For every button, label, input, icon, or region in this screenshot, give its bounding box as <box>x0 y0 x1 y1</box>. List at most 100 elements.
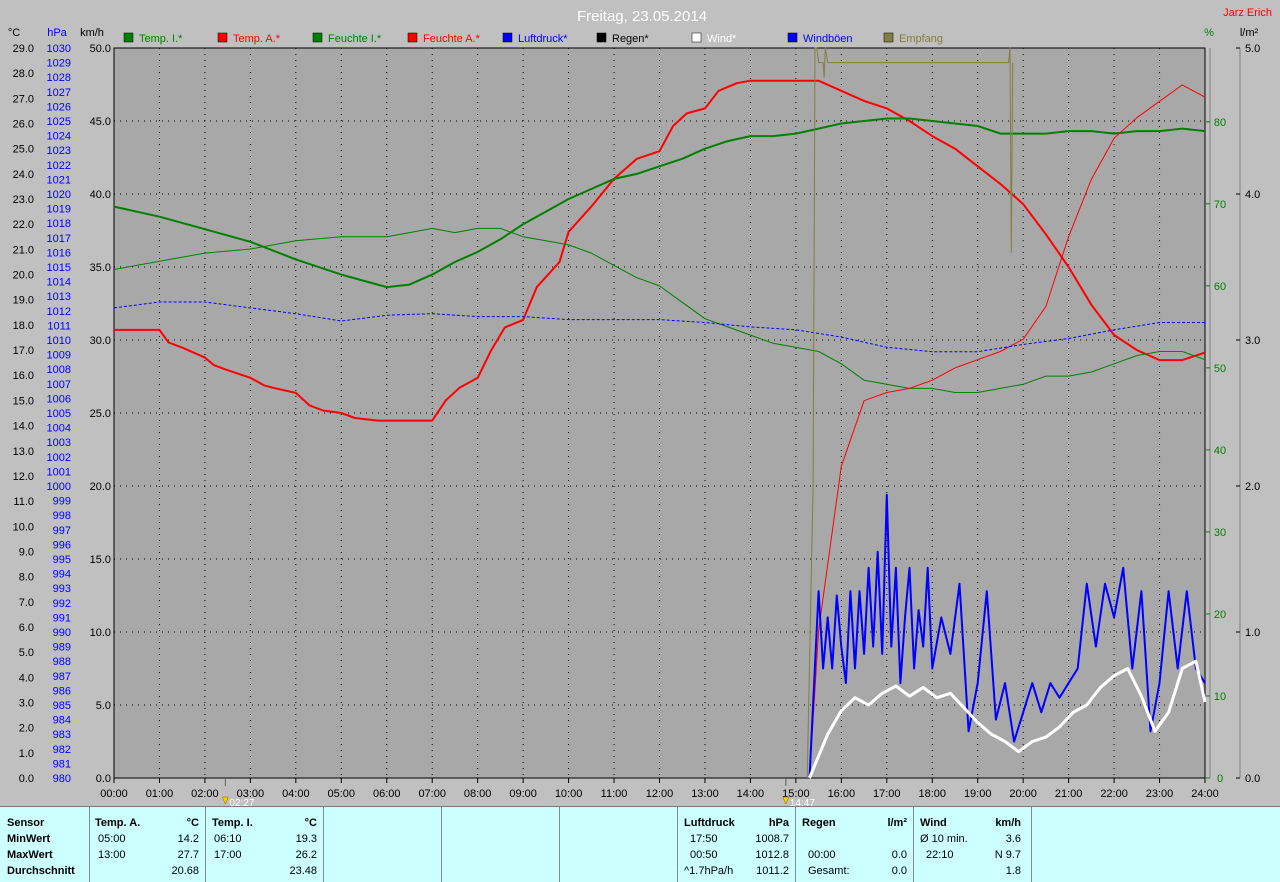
x-tick-label: 05:00 <box>328 788 356 800</box>
legend-label: Wind* <box>707 33 737 45</box>
author-label: Jarz Erich <box>1223 7 1272 19</box>
temp-tick-label: 21.0 <box>13 244 34 256</box>
pressure-tick-label: 998 <box>53 510 71 522</box>
temp-tick-label: 11.0 <box>13 496 34 508</box>
pressure-tick-label: 1007 <box>47 379 71 391</box>
pressure-tick-label: 1028 <box>47 72 71 84</box>
stats-wind-header: Wind <box>920 817 947 829</box>
humidity-axis-unit: % <box>1204 27 1214 39</box>
temp-tick-label: 23.0 <box>13 194 34 206</box>
pressure-tick-label: 1019 <box>47 204 71 216</box>
temp-tick-label: 10.0 <box>13 521 34 533</box>
pressure-tick-label: 1020 <box>47 189 71 201</box>
pressure-tick-label: 1023 <box>47 145 71 157</box>
pressure-tick-label: 1016 <box>47 247 71 259</box>
stats-temp-i-max: 26.2 <box>295 849 317 861</box>
temp-tick-label: 12.0 <box>13 471 34 483</box>
pressure-tick-label: 1002 <box>47 452 71 464</box>
x-tick-label: 01:00 <box>146 788 174 800</box>
pressure-tick-label: 1005 <box>47 408 71 420</box>
humidity-tick-label: 0 <box>1217 773 1223 785</box>
pressure-tick-label: 980 <box>53 773 71 785</box>
temp-axis-unit: °C <box>8 27 20 39</box>
x-tick-label: 23:00 <box>1146 788 1174 800</box>
pressure-tick-label: 1008 <box>47 364 71 376</box>
stats-temp-i-max-time: 17:00 <box>214 849 242 861</box>
stats-empty-column <box>560 807 678 882</box>
stats-temp-a-max-time: 13:00 <box>98 849 126 861</box>
temp-tick-label: 7.0 <box>19 597 34 609</box>
temp-tick-label: 18.0 <box>13 320 34 332</box>
stats-pressure-max: 1012.8 <box>755 849 789 861</box>
stats-sensor-header: Sensor <box>7 817 45 829</box>
pressure-tick-label: 985 <box>53 700 71 712</box>
temp-tick-label: 5.0 <box>19 647 34 659</box>
x-tick-label: 12:00 <box>646 788 674 800</box>
rain-tick-label: 0.0 <box>1245 773 1260 785</box>
x-tick-label: 10:00 <box>555 788 583 800</box>
stats-wind-unit: km/h <box>995 817 1021 829</box>
pressure-tick-label: 993 <box>53 583 71 595</box>
pressure-tick-label: 983 <box>53 729 71 741</box>
temp-tick-label: 4.0 <box>19 672 34 684</box>
pressure-tick-label: 1009 <box>47 350 71 362</box>
legend-swatch <box>691 32 702 43</box>
chart-title: Freitag, 23.05.2014 <box>577 8 707 25</box>
pressure-tick-label: 1004 <box>47 423 71 435</box>
x-tick-label: 14:00 <box>737 788 765 800</box>
temp-tick-label: 13.0 <box>13 446 34 458</box>
stats-empty-column <box>442 807 560 882</box>
pressure-tick-label: 1003 <box>47 437 71 449</box>
pressure-tick-label: 1022 <box>47 160 71 172</box>
legend-label: Luftdruck* <box>518 33 568 45</box>
x-tick-label: 18:00 <box>918 788 946 800</box>
temp-tick-label: 24.0 <box>13 169 34 181</box>
stats-row-label: MaxWert <box>7 849 53 861</box>
stats-wind-max: N 9.7 <box>994 849 1021 861</box>
legend-swatch <box>502 32 513 43</box>
x-tick-label: 00:00 <box>100 788 128 800</box>
stats-temp-a-header: Temp. A. <box>95 817 141 829</box>
pressure-tick-label: 1011 <box>47 320 71 332</box>
stats-rain-max-time: 00:00 <box>808 849 836 861</box>
x-tick-label: 16:00 <box>828 788 856 800</box>
stats-temp-i-avg: 23.48 <box>289 865 317 877</box>
stats-pressure-min-time: 17:50 <box>690 833 718 845</box>
statistics-panel: Sensor MinWert MaxWert Durchschnitt Temp… <box>0 806 1280 882</box>
humidity-tick-label: 70 <box>1214 199 1226 211</box>
pressure-tick-label: 1006 <box>47 393 71 405</box>
legend-swatch <box>407 32 418 43</box>
temp-tick-label: 1.0 <box>19 748 34 760</box>
pressure-tick-label: 984 <box>53 715 71 727</box>
temp-tick-label: 27.0 <box>13 93 34 105</box>
humidity-tick-label: 30 <box>1214 527 1226 539</box>
pressure-tick-label: 990 <box>53 627 71 639</box>
temp-tick-label: 28.0 <box>13 68 34 80</box>
x-tick-label: 21:00 <box>1055 788 1083 800</box>
pressure-tick-label: 1014 <box>47 277 71 289</box>
stats-wind-max-time: 22:10 <box>926 849 954 861</box>
humidity-tick-label: 60 <box>1214 281 1226 293</box>
pressure-tick-label: 1026 <box>47 101 71 113</box>
time-marker-label: 14:47 <box>790 798 815 806</box>
temp-tick-label: 25.0 <box>13 144 34 156</box>
x-tick-label: 04:00 <box>282 788 310 800</box>
plot-area <box>113 47 1206 779</box>
pressure-tick-label: 1029 <box>47 58 71 70</box>
temp-tick-label: 15.0 <box>13 395 34 407</box>
x-tick-label: 19:00 <box>964 788 992 800</box>
x-tick-label: 22:00 <box>1100 788 1128 800</box>
wind-tick-label: 40.0 <box>90 189 111 201</box>
legend-swatch <box>312 32 323 43</box>
x-tick-label: 09:00 <box>509 788 537 800</box>
wind-tick-label: 10.0 <box>90 627 111 639</box>
pressure-tick-label: 1025 <box>47 116 71 128</box>
humidity-tick-label: 50 <box>1214 363 1226 375</box>
pressure-tick-label: 986 <box>53 685 71 697</box>
x-tick-label: 24:00 <box>1191 788 1219 800</box>
pressure-tick-label: 1013 <box>47 291 71 303</box>
pressure-tick-label: 989 <box>53 642 71 654</box>
pressure-axis-unit: hPa <box>47 27 67 39</box>
stats-temp-a-max: 27.7 <box>177 849 199 861</box>
temp-tick-label: 22.0 <box>13 219 34 231</box>
